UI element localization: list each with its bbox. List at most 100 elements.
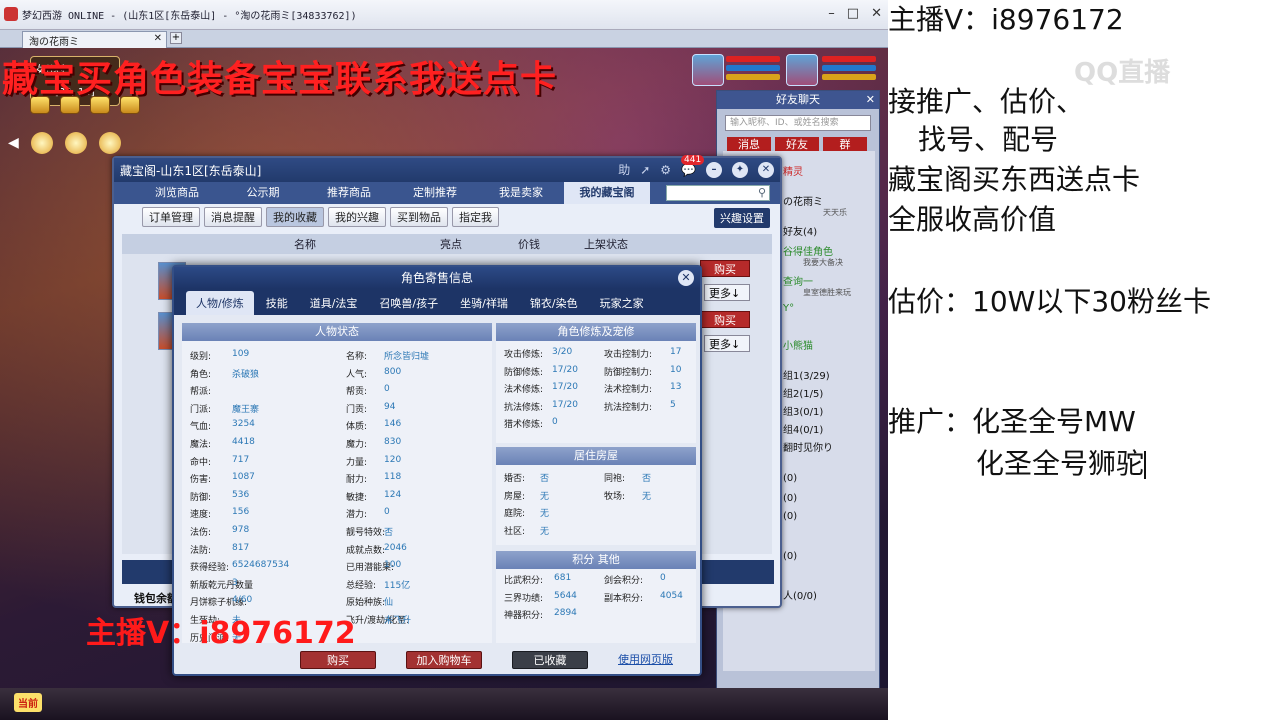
list-item[interactable]: (0) [783,551,797,562]
maximize-icon[interactable]: □ [847,6,859,21]
tab-close-icon[interactable]: ✕ [154,33,162,44]
stat-label: 抗法修炼: [504,402,544,413]
list-item[interactable]: 皇室德胜来玩 [803,287,851,298]
tab-browse[interactable]: 浏览商品 [134,182,220,204]
buy-button[interactable]: 购买 [700,311,750,328]
tab-mounts[interactable]: 坐骑/祥瑞 [450,291,518,315]
message-remind-button[interactable]: 消息提醒 [204,207,262,227]
stat-value: 4/60 [232,595,253,606]
stat-row: 伤害: 1087 [190,472,255,485]
more-button[interactable]: 更多↓ [704,335,750,352]
modal-close-icon[interactable]: ✕ [678,270,694,286]
list-item[interactable]: 小熊猫 [783,337,813,352]
stat-label: 气血: [190,422,212,433]
assigned-me-button[interactable]: 指定我 [452,207,499,227]
list-item[interactable]: (0) [783,511,797,522]
list-item[interactable]: 我要大备决 [803,257,843,268]
current-channel-button[interactable]: 当前 [14,693,42,712]
stat-row: 防御控制力: 10 [604,365,681,378]
window-settings-icon[interactable]: ✦ [732,161,748,178]
tab-summons[interactable]: 召唤兽/孩子 [369,291,448,315]
treasure-search-input[interactable]: ⚲ [666,185,770,201]
my-favorites-button[interactable]: 我的收藏 [266,207,324,227]
player-status-bars [726,56,780,80]
friend-search-input[interactable]: 输入昵称、ID、或姓名搜索 [725,115,871,131]
list-item[interactable]: Y° [783,303,794,314]
message-icon[interactable]: 💬 441 [681,154,705,177]
modal-title: 角色寄售信息 [400,271,473,285]
bought-items-button[interactable]: 买到物品 [390,207,448,227]
add-tab-button[interactable]: + [170,32,182,44]
add-to-cart-button[interactable]: 加入购物车 [406,651,482,669]
minimize-icon[interactable]: – [828,6,835,21]
tab-public[interactable]: 公示期 [220,182,306,204]
tab-recommend[interactable]: 推荐商品 [306,182,392,204]
more-button[interactable]: 更多↓ [704,284,750,301]
cat-icon[interactable] [98,132,121,154]
treasure-title: 藏宝阁-山东1区[东岳泰山] [120,164,262,178]
favorited-button[interactable]: 已收藏 [512,651,588,669]
tab-character[interactable]: 淘の花雨ミ ✕ [22,31,167,48]
stat-row: 潜力: 0 [346,507,390,520]
stat-row: 人气: 800 [346,367,401,380]
stat-value: 无 [540,509,550,520]
tab-my-treasure[interactable]: 我的藏宝阁 [564,182,650,204]
tab-seller[interactable]: 我是卖家 [478,182,564,204]
order-manage-button[interactable]: 订单管理 [142,207,200,227]
list-item[interactable]: 组4(0/1) [783,421,823,436]
stat-value: 717 [232,454,250,465]
list-item[interactable]: 组2(1/5) [783,385,823,400]
stat-row: 获得经验: 6524687534 [190,560,289,573]
stat-label: 门贡: [346,404,368,415]
buy-button[interactable]: 购买 [300,651,376,669]
list-header: 名称 亮点 价钱 上架状态 [122,234,772,254]
close-icon[interactable]: ✕ [871,6,882,21]
list-item[interactable]: 人(0/0) [783,587,817,602]
stat-label: 成就点数: [346,545,386,556]
stat-row: 法术控制力: 13 [604,382,681,395]
stat-value: 115亿 [384,580,411,591]
stat-label: 力量: [346,457,368,468]
search-icon[interactable]: ⚲ [758,186,766,199]
buy-button[interactable]: 购买 [700,260,750,277]
list-item[interactable]: の花雨ミ [783,193,823,208]
web-version-link[interactable]: 使用网页版 [618,651,673,669]
minimize-window-icon[interactable]: – [706,161,722,178]
moon-icon[interactable] [64,132,87,154]
stat-row: 角色: 杀破狼 [190,367,259,380]
stat-value: 无 [642,491,652,502]
list-item[interactable]: 组1(3/29) [783,367,830,382]
pet-avatar[interactable] [786,54,818,86]
stat-value: 所念皆归墟 [384,352,430,362]
info-line: 找号、配号 [918,123,1059,156]
list-item[interactable]: (0) [783,473,797,484]
tab-character-cultivate[interactable]: 人物/修炼 [186,291,254,315]
settings-icon[interactable]: ⚙ [660,163,671,177]
gourd-icon[interactable] [30,132,53,154]
player-avatar[interactable] [692,54,724,86]
tab-costume[interactable]: 锦衣/染色 [520,291,588,315]
my-interest-button[interactable]: 我的兴趣 [328,207,386,227]
tab-skills[interactable]: 技能 [256,291,298,315]
tab-custom[interactable]: 定制推荐 [392,182,478,204]
list-item[interactable]: (0) [783,493,797,504]
tab-items[interactable]: 道具/法宝 [300,291,368,315]
list-item[interactable]: 精灵 [783,163,803,178]
share-icon[interactable]: ➚ [640,163,650,177]
list-item[interactable]: 翻时见你り [783,439,833,454]
chat-header: 好友聊天 ✕ [717,91,879,109]
list-item[interactable]: 谷得佳角色 [783,243,833,258]
tab-label: 淘の花雨ミ [29,37,79,48]
interest-settings-button[interactable]: 兴趣设置 [714,208,770,228]
list-item[interactable]: 天天乐 [823,207,847,218]
help-icon[interactable]: 助 [618,161,630,178]
close-window-icon[interactable]: ✕ [758,161,774,178]
chat-close-icon[interactable]: ✕ [866,91,875,109]
tab-home[interactable]: 玩家之家 [590,291,654,315]
points-panel: 积分 其他 比武积分: 681 三界功绩: 5644 神器积分: 2894 剑会积分: 0 副本… [496,551,696,643]
stat-value: 0 [384,507,390,518]
list-item[interactable]: 好友(4) [783,223,817,238]
list-item[interactable]: 组3(0/1) [783,403,823,418]
collapse-left-icon[interactable]: ◀ [8,135,19,151]
list-item[interactable]: 查询一 [783,273,813,288]
